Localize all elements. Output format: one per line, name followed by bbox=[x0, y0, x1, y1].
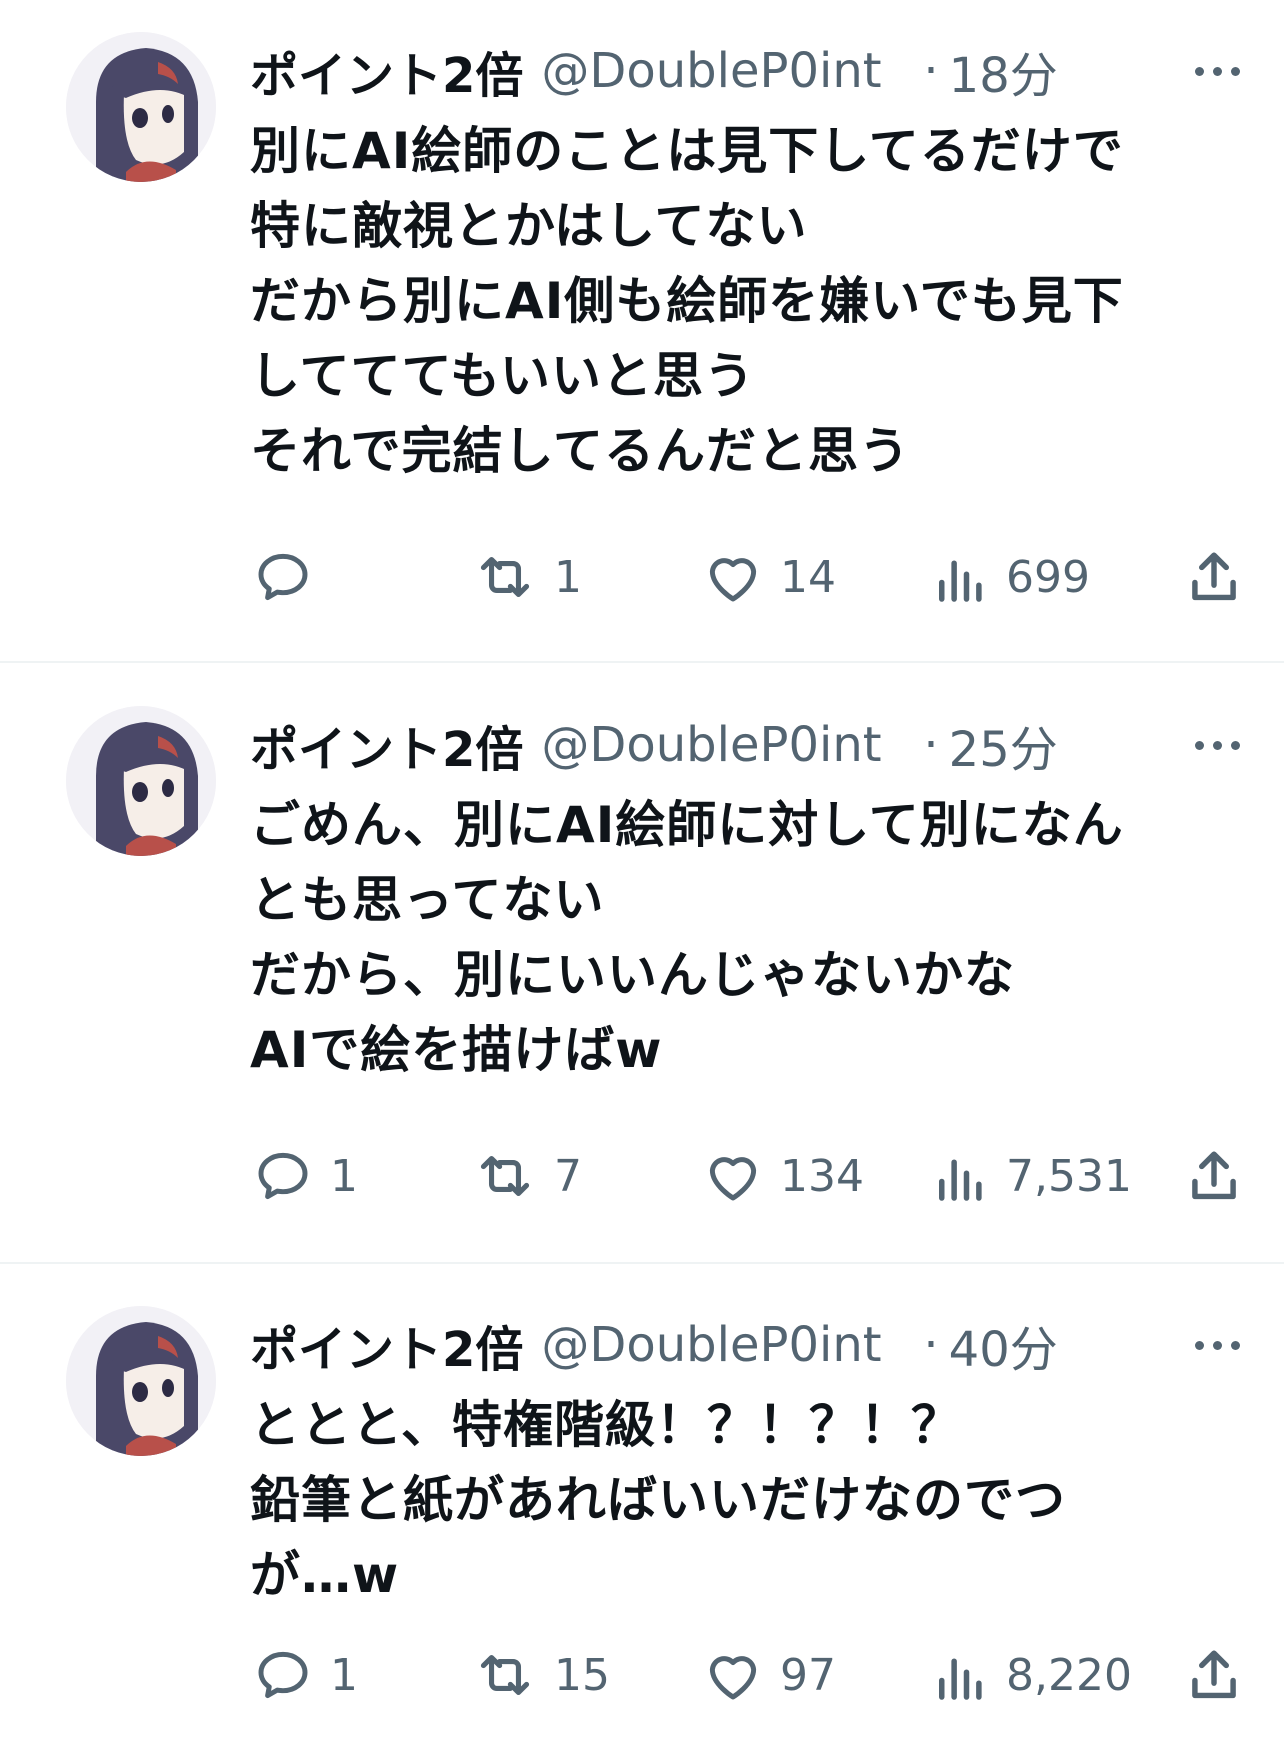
retweet-icon bbox=[480, 1155, 530, 1197]
avatar[interactable] bbox=[66, 32, 216, 182]
share-icon bbox=[1192, 1650, 1236, 1699]
tweet-text: 別にAI絵師のことは見下してるだけで 特に敵視とかはしてない だから別にAI側も… bbox=[250, 114, 1264, 489]
share-button[interactable] bbox=[1184, 1141, 1244, 1211]
display-name[interactable]: ポイント2倍 bbox=[250, 36, 523, 106]
views-icon bbox=[939, 560, 982, 602]
more-icon[interactable] bbox=[1195, 1310, 1240, 1380]
tweet-actions: 1 15 97 8,220 bbox=[250, 1640, 1244, 1710]
views-button[interactable]: 7,531 bbox=[930, 1141, 1132, 1211]
heart-icon bbox=[709, 558, 757, 602]
retweet-icon bbox=[480, 1654, 530, 1696]
separator-dot: · bbox=[923, 717, 939, 773]
tweet-text-line: それで完結してるんだと思う bbox=[250, 422, 910, 480]
share-icon bbox=[1192, 552, 1236, 601]
retweet-button[interactable]: 15 bbox=[470, 1640, 610, 1710]
tweet-text-line: だから、別にいいんじゃないかな bbox=[250, 946, 1015, 1004]
more-icon[interactable] bbox=[1195, 710, 1240, 780]
user-handle[interactable]: @DoubleP0int bbox=[541, 43, 921, 99]
reply-button[interactable]: 1 bbox=[250, 1640, 358, 1710]
views-count: 7,531 bbox=[1006, 1150, 1132, 1202]
tweet[interactable]: ポイント2倍 @DoubleP0int · 18分 別にAI絵師のことは見下して… bbox=[0, 0, 1284, 662]
tweet-text-line: 鉛筆と紙があればいいだけなのでつ bbox=[250, 1471, 1066, 1529]
tweet[interactable]: ポイント2倍 @DoubleP0int · 25分 ごめん、別にAI絵師に対して… bbox=[0, 664, 1284, 1264]
views-count: 699 bbox=[1006, 551, 1090, 603]
like-count: 97 bbox=[780, 1649, 836, 1701]
tweet-divider bbox=[0, 1262, 1284, 1264]
share-icon bbox=[1192, 1151, 1236, 1200]
tweet-header: ポイント2倍 @DoubleP0int · 18分 bbox=[250, 36, 1240, 106]
like-button[interactable]: 134 bbox=[700, 1141, 864, 1211]
reply-icon bbox=[258, 1152, 308, 1200]
retweet-count: 15 bbox=[554, 1649, 610, 1701]
reply-icon bbox=[258, 553, 308, 601]
reply-button[interactable]: 1 bbox=[250, 1141, 358, 1211]
timestamp[interactable]: 25分 bbox=[949, 710, 1058, 780]
retweet-button[interactable]: 7 bbox=[470, 1141, 582, 1211]
tweet-text-line: ごめん、別にAI絵師に対して別になん bbox=[250, 796, 1124, 854]
avatar-image bbox=[66, 706, 216, 856]
reply-count: 1 bbox=[330, 1150, 358, 1202]
tweet-text: ごめん、別にAI絵師に対して別になん とも思ってない だから、別にいいんじゃない… bbox=[250, 788, 1264, 1088]
like-count: 14 bbox=[780, 551, 836, 603]
display-name[interactable]: ポイント2倍 bbox=[250, 710, 523, 780]
views-count: 8,220 bbox=[1006, 1649, 1132, 1701]
tweet-divider bbox=[0, 661, 1284, 663]
tweet-text-line: とも思ってない bbox=[250, 871, 605, 929]
display-name[interactable]: ポイント2倍 bbox=[250, 1310, 523, 1380]
tweet-text-line: ととと、特権階級！？！？！？ bbox=[250, 1396, 962, 1454]
views-icon bbox=[939, 1159, 982, 1201]
tweet-text-line: してててもいいと思う bbox=[250, 347, 755, 405]
views-button[interactable]: 8,220 bbox=[930, 1640, 1132, 1710]
retweet-count: 1 bbox=[554, 551, 582, 603]
share-button[interactable] bbox=[1184, 1640, 1244, 1710]
more-icon[interactable] bbox=[1195, 36, 1240, 106]
user-handle[interactable]: @DoubleP0int bbox=[541, 1317, 921, 1373]
tweet-text-line: 特に敵視とかはしてない bbox=[250, 197, 808, 255]
tweet-text-line: 別にAI絵師のことは見下してるだけで bbox=[250, 122, 1124, 180]
heart-icon bbox=[709, 1157, 757, 1201]
user-handle[interactable]: @DoubleP0int bbox=[541, 717, 921, 773]
tweet-actions: 1 7 134 7,531 bbox=[250, 1141, 1244, 1211]
views-button[interactable]: 699 bbox=[930, 542, 1090, 612]
heart-icon bbox=[709, 1656, 757, 1700]
tweet-text-line: が…w bbox=[250, 1546, 400, 1604]
avatar-image bbox=[66, 1306, 216, 1456]
separator-dot: · bbox=[923, 1317, 939, 1373]
tweet-text-line: だから別にAI側も絵師を嫌いでも見下 bbox=[250, 272, 1124, 330]
tweet-text: ととと、特権階級！？！？！？ 鉛筆と紙があればいいだけなのでつ が…w bbox=[250, 1388, 1264, 1613]
tweet-actions: 1 14 699 bbox=[250, 542, 1244, 612]
tweet-header: ポイント2倍 @DoubleP0int · 40分 bbox=[250, 1310, 1240, 1380]
views-icon bbox=[939, 1658, 982, 1700]
avatar[interactable] bbox=[66, 1306, 216, 1456]
retweet-button[interactable]: 1 bbox=[470, 542, 582, 612]
avatar[interactable] bbox=[66, 706, 216, 856]
tweet-header: ポイント2倍 @DoubleP0int · 25分 bbox=[250, 710, 1240, 780]
like-button[interactable]: 14 bbox=[700, 542, 836, 612]
retweet-icon bbox=[480, 556, 530, 598]
reply-icon bbox=[258, 1651, 308, 1699]
tweet-text-line: AIで絵を描けばw bbox=[250, 1021, 663, 1079]
share-button[interactable] bbox=[1184, 542, 1244, 612]
reply-count: 1 bbox=[330, 1649, 358, 1701]
timestamp[interactable]: 40分 bbox=[949, 1310, 1058, 1380]
tweet[interactable]: ポイント2倍 @DoubleP0int · 40分 ととと、特権階級！？！？！？… bbox=[0, 1266, 1284, 1742]
avatar-image bbox=[66, 32, 216, 182]
like-count: 134 bbox=[780, 1150, 864, 1202]
timestamp[interactable]: 18分 bbox=[949, 36, 1058, 106]
separator-dot: · bbox=[923, 43, 939, 99]
reply-button[interactable] bbox=[250, 542, 330, 612]
like-button[interactable]: 97 bbox=[700, 1640, 836, 1710]
retweet-count: 7 bbox=[554, 1150, 582, 1202]
